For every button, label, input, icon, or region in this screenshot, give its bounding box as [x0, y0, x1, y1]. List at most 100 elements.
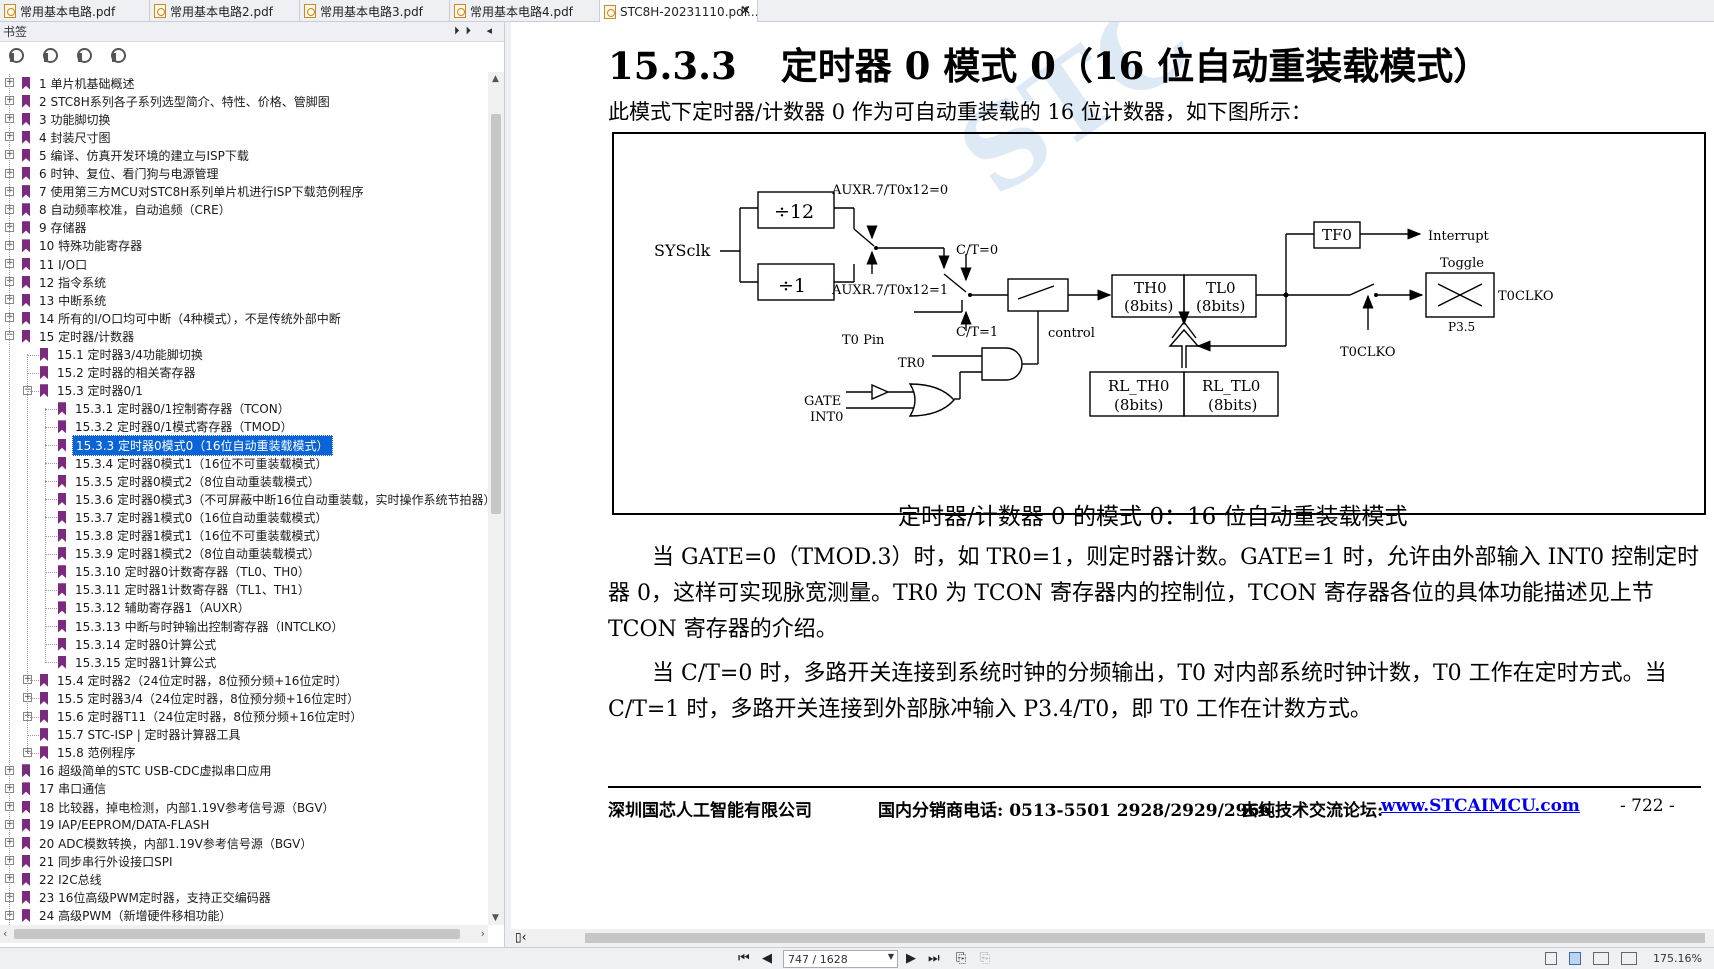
bookmark-item[interactable]: 15.3.15 定时器1计算公式: [58, 653, 219, 671]
bookmark-item[interactable]: 15.3.3 定时器0模式0（16位自动重装载模式）: [58, 434, 333, 456]
bookmark-item[interactable]: 15.3.5 定时器0模式2（8位自动重装载模式）: [58, 472, 323, 490]
footer-rule: [608, 786, 1701, 788]
last-page-icon[interactable]: ⏭: [928, 951, 940, 966]
bookmark-item[interactable]: 15.6 定时器T11（24位定时器，8位预分频+16位定时）: [40, 708, 365, 726]
bookmark-item[interactable]: 15.3.10 定时器0计数寄存器（TL0、TH0）: [58, 563, 313, 581]
tab-label: STC8H-20231110.pdf...: [620, 4, 758, 19]
bookmark-item[interactable]: 15.4 定时器2（24位定时器，8位预分频+16位定时）: [40, 671, 350, 689]
panel-controls[interactable]: ⏵⏵ ◂: [454, 24, 498, 38]
tab-pdf-2[interactable]: 常用基本电路2.pdf: [150, 0, 300, 22]
bookmark-item[interactable]: 15.5 定时器3/4（24位定时器，8位预分频+16位定时）: [40, 689, 362, 707]
bookmark-item[interactable]: 15.3 定时器0/1: [40, 382, 146, 400]
bookmark-item[interactable]: 15.3.7 定时器1模式0（16位自动重装载模式）: [58, 508, 331, 526]
tree-connector: [27, 353, 28, 752]
tab-pdf-4[interactable]: 常用基本电路4.pdf: [450, 0, 600, 22]
auxr-one-label: AUXR.7/T0x12=1: [831, 283, 948, 298]
scroll-thumb[interactable]: [491, 114, 501, 514]
find-bookmark-icon[interactable]: [76, 47, 92, 63]
bookmark-item[interactable]: 9 存储器: [22, 219, 89, 237]
scroll-left-icon[interactable]: ‹: [3, 927, 7, 940]
bookmark-item[interactable]: 18 比较器，掉电检测，内部1.19V参考信号源（BGV）: [22, 798, 338, 816]
go-back-icon[interactable]: ⎘: [956, 951, 966, 966]
bookmark-item[interactable]: 15.3.13 中断与时钟输出控制寄存器（INTCLKO）: [58, 617, 346, 635]
bookmark-item[interactable]: 16 超级简单的STC USB-CDC虚拟串口应用: [22, 762, 274, 780]
bookmark-item[interactable]: 21 同步串行外设接口SPI: [22, 852, 175, 870]
bookmark-icon: [22, 185, 30, 199]
single-page-view-icon[interactable]: [1545, 952, 1557, 965]
footer-forum-link[interactable]: www.STCAIMCU.com: [1381, 796, 1580, 816]
bookmark-item[interactable]: 15.2 定时器的相关寄存器: [40, 364, 199, 382]
continuous-view-icon[interactable]: [1569, 952, 1581, 965]
tab-pdf-active[interactable]: STC8H-20231110.pdf... ×: [600, 0, 758, 23]
bookmark-item[interactable]: 19 IAP/EEPROM/DATA-FLASH: [22, 816, 212, 834]
bookmark-item[interactable]: 15.3.12 辅助寄存器1（AUXR）: [58, 599, 253, 617]
section-title: 定时器 0 模式 0（16 位自动重装载模式）: [780, 44, 1491, 88]
chevron-down-icon[interactable]: ▼: [888, 952, 894, 961]
bookmark-icon: [22, 257, 30, 271]
bookmark-item[interactable]: 4 封装尺寸图: [22, 128, 113, 146]
bookmark-item[interactable]: 20 ADC模数转换，内部1.19V参考信号源（BGV）: [22, 834, 315, 852]
scroll-left-icon[interactable]: ▯‹: [515, 930, 526, 944]
bookmark-icon: [40, 710, 48, 723]
document-horizontal-scrollbar[interactable]: ▯‹: [511, 929, 1714, 947]
tab-pdf-1[interactable]: 常用基本电路.pdf: [0, 0, 150, 22]
bookmark-item[interactable]: 15.3.4 定时器0模式1（16位不可重装载模式）: [58, 454, 331, 472]
bookmark-item[interactable]: 12 指令系统: [22, 273, 109, 291]
bookmark-item[interactable]: 15.3.2 定时器0/1模式寄存器（TMOD）: [58, 418, 296, 436]
page-number-input[interactable]: 747 / 1628 ▼: [783, 950, 898, 968]
bookmark-item[interactable]: 2 STC8H系列各子系列选型简介、特性、价格、管脚图: [22, 92, 333, 110]
expand-bookmark-icon[interactable]: [8, 47, 24, 63]
scroll-thumb[interactable]: [585, 933, 1705, 943]
facing-view-icon[interactable]: [1593, 952, 1609, 965]
bookmark-item[interactable]: 15.3.11 定时器1计数寄存器（TL1、TH1）: [58, 581, 313, 599]
bookmark-item[interactable]: 8 自动频率校准，自动追频（CRE）: [22, 201, 234, 219]
bookmark-item[interactable]: 15.7 STC-ISP | 定时器计算器工具: [40, 726, 244, 744]
bookmark-item[interactable]: 7 使用第三方MCU对STC8H系列单片机进行ISP下载范例程序: [22, 183, 367, 201]
bookmark-icon: [58, 402, 66, 416]
tree-connector: [45, 644, 57, 646]
bookmark-label: 7 使用第三方MCU对STC8H系列单片机进行ISP下载范例程序: [39, 185, 364, 200]
scroll-right-icon[interactable]: ›: [481, 927, 485, 940]
scroll-thumb[interactable]: [14, 929, 460, 939]
bookmark-item[interactable]: 24 高级PWM（新增硬件移相功能）: [22, 907, 235, 925]
bookmark-item[interactable]: 6 时钟、复位、看门狗与电源管理: [22, 165, 221, 183]
previous-page-icon[interactable]: ◀: [762, 951, 772, 966]
bookmark-item[interactable]: 14 所有的I/O口均可中断（4种模式），不是传统外部中断: [22, 309, 344, 327]
tab-label: 常用基本电路.pdf: [20, 4, 116, 19]
continuous-facing-view-icon[interactable]: [1621, 952, 1637, 965]
bookmark-item[interactable]: 15.3.8 定时器1模式1（16位不可重装载模式）: [58, 527, 331, 545]
collapse-bookmark-icon[interactable]: [42, 47, 58, 63]
bookmark-item[interactable]: 5 编译、仿真开发环境的建立与ISP下载: [22, 146, 252, 164]
bookmark-item[interactable]: 13 中断系统: [22, 291, 109, 309]
scroll-up-icon[interactable]: ▲: [492, 74, 499, 84]
close-icon[interactable]: ×: [740, 3, 751, 18]
tl0-bits-label: (8bits): [1196, 297, 1245, 315]
bookmark-item[interactable]: 15.8 范例程序: [40, 744, 139, 762]
scroll-down-icon[interactable]: ▼: [492, 913, 499, 923]
bookmark-item[interactable]: 15.3.9 定时器1模式2（8位自动重装载模式）: [58, 545, 323, 563]
bookmark-item[interactable]: 10 特殊功能寄存器: [22, 237, 145, 255]
bookmarks-horizontal-scrollbar[interactable]: ‹ ›: [0, 925, 488, 943]
t0-pin-label: T0 Pin: [842, 333, 885, 348]
bookmark-item[interactable]: 1 单片机基础概述: [22, 74, 137, 92]
bookmark-item[interactable]: 15.3.14 定时器0计算公式: [58, 635, 219, 653]
bookmark-item[interactable]: 15.3.1 定时器0/1控制寄存器（TCON）: [58, 400, 293, 418]
next-page-icon[interactable]: ▶: [906, 951, 916, 966]
bookmarks-vertical-scrollbar[interactable]: ▲ ▼: [488, 72, 504, 925]
tab-pdf-3[interactable]: 常用基本电路3.pdf: [300, 0, 450, 22]
bookmark-item[interactable]: 15.1 定时器3/4功能脚切换: [40, 346, 206, 364]
t0clko-control-label: T0CLKO: [1340, 345, 1396, 360]
bookmark-item[interactable]: 11 I/O口: [22, 255, 90, 273]
bookmark-item[interactable]: 15 定时器/计数器: [22, 327, 137, 345]
go-to-bookmark-icon[interactable]: [110, 47, 126, 63]
first-page-icon[interactable]: ⏮: [738, 951, 750, 966]
go-forward-icon[interactable]: ⎘: [980, 951, 990, 966]
bookmark-icon: [40, 673, 48, 687]
bookmark-item[interactable]: 17 串口通信: [22, 780, 109, 798]
bookmark-item[interactable]: 22 I2C总线: [22, 870, 105, 888]
bookmark-item[interactable]: 15.3.6 定时器0模式3（不可屏蔽中断16位自动重装载，实时操作系统节拍器）: [58, 490, 488, 508]
bookmark-item[interactable]: 3 功能脚切换: [22, 110, 113, 128]
tree-connector: [45, 517, 57, 519]
bookmark-item[interactable]: 23 16位高级PWM定时器，支持正交编码器: [22, 889, 274, 907]
zoom-level[interactable]: 175.16%: [1653, 952, 1702, 965]
